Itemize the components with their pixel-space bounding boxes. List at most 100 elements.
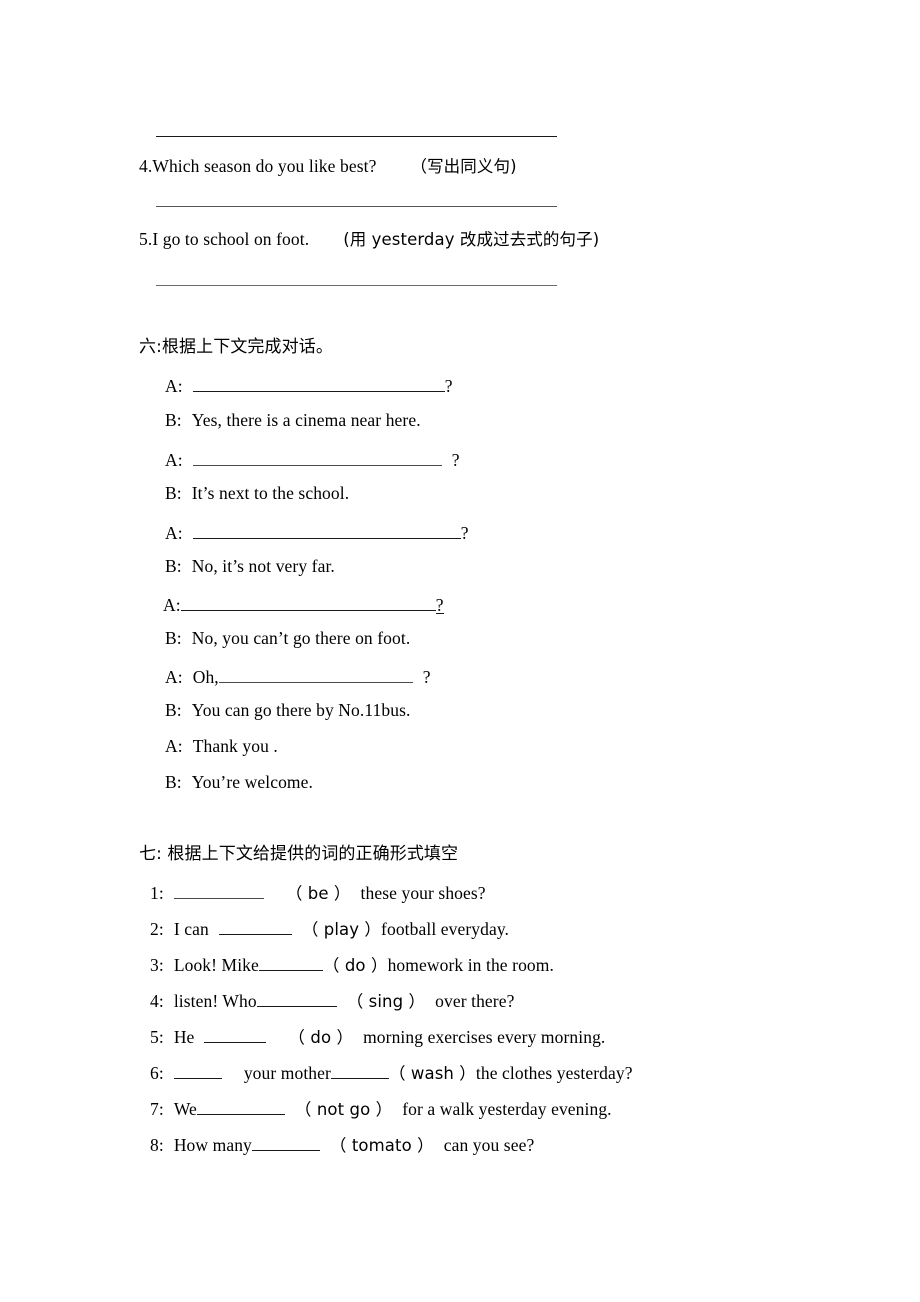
question-4-instruction: （写出同义句) — [410, 157, 517, 176]
fill-blank-7[interactable] — [196, 1098, 285, 1116]
fill-item-number: 4: — [150, 991, 164, 1012]
dialogue-line-2: B: Yes, there is a cinema near here. — [165, 410, 421, 430]
question-5-number: 5. — [139, 229, 153, 249]
fill-item-number: 1: — [150, 883, 164, 904]
dialogue-line-4: B: It’s next to the school. — [165, 483, 350, 503]
fill-item-pre: listen! Who — [173, 991, 257, 1012]
fill-item-post: homework in the room. — [387, 955, 554, 976]
fill-item-number: 6: — [150, 1063, 164, 1084]
fill-blank-3[interactable] — [258, 954, 323, 972]
question-5-instruction: (用 yesterday 改成过去式的句子) — [343, 230, 600, 249]
question-4-number: 4. — [139, 156, 153, 176]
fill-blank-6a[interactable] — [173, 1062, 222, 1080]
fill-item-number: 7: — [150, 1099, 164, 1120]
dialogue-trailing: ? — [435, 595, 444, 616]
fill-item-pre: How many — [173, 1135, 252, 1156]
fill-item-post: football everyday. — [381, 919, 510, 940]
question-4-sentence: Which season do you like best? — [152, 156, 377, 176]
fill-item-pre: I can — [173, 919, 209, 940]
dialogue-speaker: B: — [165, 483, 182, 503]
dialogue-text: You can go there by No.11bus. — [191, 700, 411, 720]
question-5-sentence: I go to school on foot. — [152, 229, 310, 249]
fill-item-post: the clothes yesterday? — [475, 1063, 633, 1084]
fill-item-post: morning exercises every morning. — [363, 1027, 606, 1048]
answer-rule-after-q5 — [156, 285, 557, 286]
dialogue-line-5: A:? — [165, 522, 469, 543]
fill-item-post: these your shoes? — [360, 883, 486, 904]
dialogue-text: No, it’s not very far. — [191, 556, 335, 576]
dialogue-speaker: A: — [163, 595, 181, 616]
fill-item-cue: （ do ） — [322, 956, 388, 976]
fill-item-post: can you see? — [443, 1135, 535, 1156]
fill-item-number: 5: — [150, 1027, 164, 1048]
dialogue-speaker: B: — [165, 410, 182, 430]
dialogue-speaker: A: — [165, 376, 183, 397]
dialogue-speaker: A: — [165, 450, 183, 471]
fill-item-pre: your mother — [243, 1063, 331, 1084]
dialogue-speaker: A: — [165, 736, 183, 756]
dialogue-trailing: ? — [444, 376, 453, 397]
fill-item-pre: Look! Mike — [173, 955, 259, 976]
dialogue-text: You’re welcome. — [191, 772, 313, 792]
section-six-heading: 六:根据上下文完成对话。 — [139, 337, 333, 357]
dialogue-line-1: A:? — [165, 375, 453, 396]
fill-item-1: 1: （ be ） these your shoes? — [150, 882, 486, 903]
fill-item-cue: （ be ） — [285, 884, 351, 904]
fill-item-cue: （ not go ） — [294, 1100, 393, 1120]
dialogue-text: No, you can’t go there on foot. — [191, 628, 411, 648]
dialogue-line-8: B: No, you can’t go there on foot. — [165, 628, 411, 648]
dialogue-line-11: A: Thank you . — [165, 736, 278, 756]
fill-item-cue: （ play ） — [301, 920, 382, 940]
fill-blank-8[interactable] — [251, 1134, 320, 1152]
fill-item-number: 8: — [150, 1135, 164, 1156]
dialogue-speaker: B: — [165, 700, 182, 720]
fill-item-cue: （ sing ） — [346, 992, 426, 1012]
dialogue-blank-5[interactable] — [218, 666, 413, 684]
fill-blank-4[interactable] — [256, 990, 337, 1008]
fill-blank-1[interactable] — [173, 882, 264, 900]
fill-item-6: 6: your mother （ wash ）the clothes yesterd… — [150, 1062, 633, 1083]
fill-item-pre: We — [173, 1099, 197, 1120]
fill-item-number: 3: — [150, 955, 164, 976]
dialogue-speaker: B: — [165, 556, 182, 576]
fill-item-number: 2: — [150, 919, 164, 940]
dialogue-speaker: B: — [165, 772, 182, 792]
fill-item-post: over there? — [435, 991, 515, 1012]
dialogue-trailing: ? — [451, 450, 460, 471]
dialogue-speaker: B: — [165, 628, 182, 648]
dialogue-text: Oh, — [192, 667, 219, 688]
question-4: 4.Which season do you like best? （写出同义句) — [139, 156, 517, 176]
fill-item-cue: （ do ） — [288, 1028, 354, 1048]
dialogue-line-9: A: Oh,? — [165, 666, 431, 687]
fill-item-pre: He — [173, 1027, 195, 1048]
dialogue-text: Yes, there is a cinema near here. — [191, 410, 421, 430]
fill-blank-5[interactable] — [204, 1026, 267, 1044]
dialogue-blank-2[interactable] — [192, 449, 442, 467]
dialogue-speaker: A: — [165, 523, 183, 544]
dialogue-blank-3[interactable] — [192, 522, 461, 540]
question-5: 5.I go to school on foot. (用 yesterday 改成… — [139, 229, 600, 249]
answer-rule-before-q4 — [156, 136, 557, 137]
dialogue-line-10: B: You can go there by No.11bus. — [165, 700, 411, 720]
dialogue-line-12: B: You’re welcome. — [165, 772, 313, 792]
fill-item-cue: （ wash ） — [388, 1064, 476, 1084]
dialogue-line-3: A:? — [165, 449, 460, 470]
dialogue-trailing: ? — [460, 523, 469, 544]
fill-item-2: 2: I can （ play ）football everyday. — [150, 918, 509, 939]
dialogue-line-6: B: No, it’s not very far. — [165, 556, 335, 576]
dialogue-blank-4[interactable] — [180, 594, 436, 612]
worksheet-page: 4.Which season do you like best? （写出同义句) … — [0, 0, 920, 1302]
dialogue-trailing: ? — [422, 667, 431, 688]
section-seven-heading: 七: 根据上下文给提供的词的正确形式填空 — [139, 844, 459, 864]
dialogue-text: It’s next to the school. — [191, 483, 350, 503]
fill-item-post: for a walk yesterday evening. — [402, 1099, 612, 1120]
fill-blank-6b[interactable] — [330, 1062, 389, 1080]
dialogue-blank-1[interactable] — [192, 375, 445, 393]
fill-blank-2[interactable] — [218, 918, 292, 936]
answer-rule-after-q4 — [156, 206, 557, 207]
fill-item-8: 8: How many （ tomato ） can you see? — [150, 1134, 534, 1155]
fill-item-cue: （ tomato ） — [329, 1136, 434, 1156]
dialogue-text: Thank you . — [192, 736, 278, 756]
fill-item-5: 5: He （ do ） morning exercises every mornin… — [150, 1026, 605, 1047]
fill-item-3: 3: Look! Mike （ do ）homework in the room. — [150, 954, 554, 975]
